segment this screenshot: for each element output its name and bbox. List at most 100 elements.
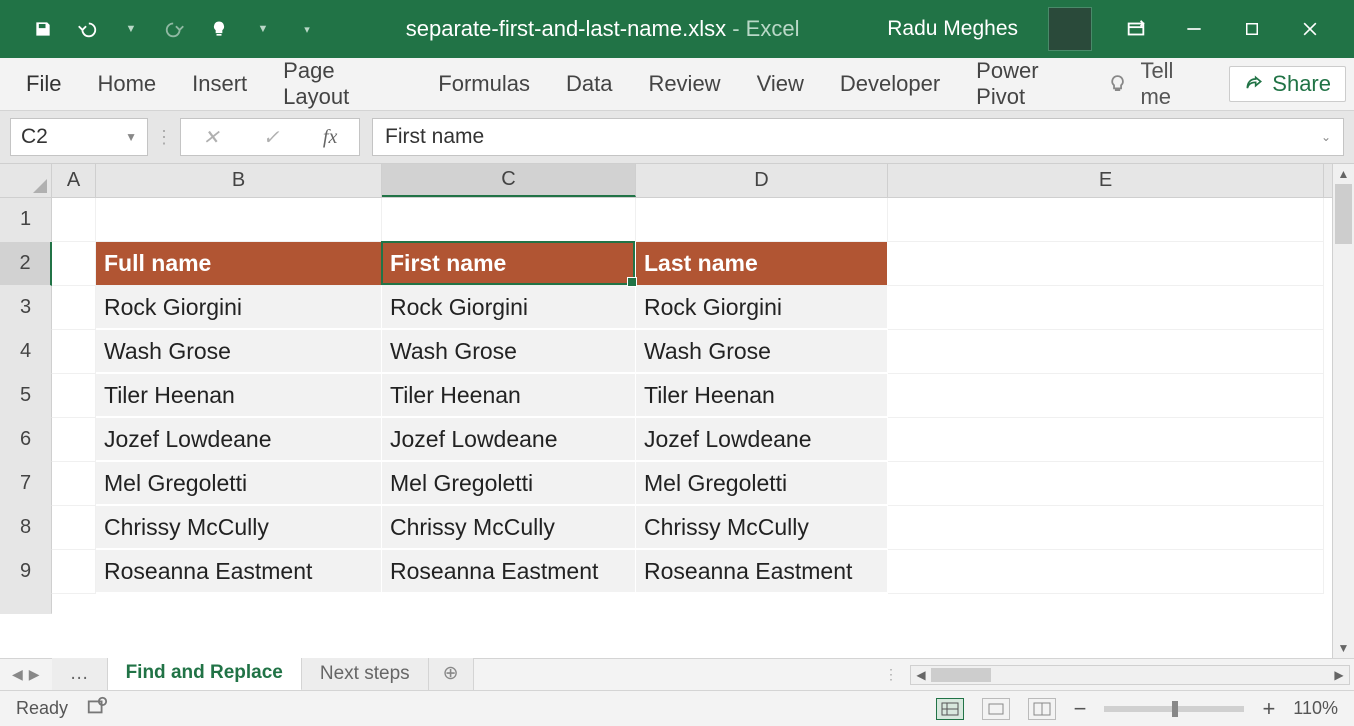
tab-formulas[interactable]: Formulas (420, 58, 548, 110)
cell[interactable] (382, 198, 636, 242)
cell[interactable] (888, 242, 1324, 286)
spreadsheet-grid[interactable]: ABCDE 123456789 Full nameFirst nameLast … (0, 164, 1354, 658)
qat-customize-icon[interactable]: ▾ (296, 18, 318, 40)
row-header[interactable]: 5 (0, 374, 52, 418)
cell[interactable] (52, 418, 96, 462)
scroll-down-icon[interactable]: ▼ (1338, 638, 1350, 658)
scroll-thumb[interactable] (1335, 184, 1352, 244)
cell[interactable] (888, 462, 1324, 506)
undo-icon[interactable] (76, 18, 98, 40)
cell[interactable]: Rock Giorgini (382, 286, 636, 330)
tab-home[interactable]: Home (79, 58, 174, 110)
zoom-slider[interactable] (1104, 706, 1244, 712)
cell[interactable] (888, 374, 1324, 418)
save-icon[interactable] (32, 18, 54, 40)
expand-formula-bar-icon[interactable]: ⌄ (1321, 130, 1331, 144)
cell[interactable]: Tiler Heenan (96, 374, 382, 418)
sheet-nav[interactable]: ◀▶ (0, 659, 52, 690)
cell[interactable]: Roseanna Eastment (636, 550, 888, 594)
cell[interactable] (888, 506, 1324, 550)
zoom-in-button[interactable]: + (1262, 696, 1275, 722)
column-header[interactable]: D (636, 164, 888, 197)
view-page-layout-button[interactable] (982, 698, 1010, 720)
tab-view[interactable]: View (739, 58, 822, 110)
cell[interactable]: Tiler Heenan (382, 374, 636, 418)
tab-review[interactable]: Review (630, 58, 738, 110)
scroll-left-icon[interactable]: ◀ (911, 668, 931, 682)
cell[interactable]: Jozef Lowdeane (382, 418, 636, 462)
row-header[interactable]: 9 (0, 550, 52, 594)
name-box[interactable]: C2 ▼ (10, 118, 148, 156)
scroll-right-icon[interactable]: ▶ (1329, 668, 1349, 682)
avatar[interactable] (1048, 7, 1092, 51)
scroll-thumb[interactable] (931, 668, 991, 682)
cell[interactable] (888, 330, 1324, 374)
cell[interactable]: Wash Grose (636, 330, 888, 374)
maximize-icon[interactable] (1238, 15, 1266, 43)
row-header[interactable]: 2 (0, 242, 52, 286)
cell[interactable]: Chrissy McCully (636, 506, 888, 550)
cell[interactable] (888, 418, 1324, 462)
row-header[interactable]: 3 (0, 286, 52, 330)
tab-page-layout[interactable]: Page Layout (265, 58, 420, 110)
tab-data[interactable]: Data (548, 58, 630, 110)
cell[interactable] (52, 506, 96, 550)
chevron-down-icon[interactable]: ▼ (252, 18, 274, 40)
column-header[interactable]: B (96, 164, 382, 197)
sheet-tab-next[interactable]: Next steps (302, 658, 429, 690)
row-header[interactable]: 7 (0, 462, 52, 506)
cell[interactable]: First name (382, 242, 636, 286)
split-handle[interactable]: ⋮ (884, 666, 910, 683)
cell[interactable]: Full name (96, 242, 382, 286)
cell[interactable]: Wash Grose (96, 330, 382, 374)
sheet-tab-ellipsis[interactable]: … (52, 658, 108, 690)
cell[interactable]: Jozef Lowdeane (636, 418, 888, 462)
cell[interactable]: Mel Gregoletti (96, 462, 382, 506)
cell[interactable] (52, 550, 96, 594)
cell[interactable]: Chrissy McCully (382, 506, 636, 550)
cell[interactable] (888, 550, 1324, 594)
row-header[interactable]: 1 (0, 198, 52, 242)
scroll-up-icon[interactable]: ▲ (1338, 164, 1350, 184)
tab-developer[interactable]: Developer (822, 58, 958, 110)
cell[interactable]: Last name (636, 242, 888, 286)
tab-insert[interactable]: Insert (174, 58, 265, 110)
zoom-level[interactable]: 110% (1293, 698, 1338, 719)
macro-record-icon[interactable] (86, 695, 108, 722)
cell[interactable]: Roseanna Eastment (96, 550, 382, 594)
tab-power-pivot[interactable]: Power Pivot (958, 58, 1107, 110)
cell[interactable]: Mel Gregoletti (382, 462, 636, 506)
fx-icon[interactable]: fx (323, 126, 337, 149)
cell[interactable] (52, 286, 96, 330)
cell[interactable]: Chrissy McCully (96, 506, 382, 550)
lightbulb-icon[interactable] (208, 18, 230, 40)
tell-me[interactable]: Tell me (1107, 58, 1207, 110)
cell[interactable] (52, 198, 96, 242)
column-header[interactable]: C (382, 164, 636, 197)
cell[interactable] (52, 242, 96, 286)
share-button[interactable]: Share (1229, 66, 1346, 102)
cell[interactable] (52, 330, 96, 374)
zoom-out-button[interactable]: − (1074, 696, 1087, 722)
column-header[interactable]: E (888, 164, 1324, 197)
ribbon-display-options-icon[interactable] (1122, 15, 1150, 43)
view-normal-button[interactable] (936, 698, 964, 720)
account-name[interactable]: Radu Meghes (887, 17, 1018, 41)
cell[interactable]: Tiler Heenan (636, 374, 888, 418)
row-header[interactable]: 8 (0, 506, 52, 550)
cell[interactable] (52, 374, 96, 418)
close-icon[interactable] (1296, 15, 1324, 43)
cell[interactable]: Jozef Lowdeane (96, 418, 382, 462)
vertical-scrollbar[interactable]: ▲ ▼ (1332, 164, 1354, 658)
cell[interactable]: Wash Grose (382, 330, 636, 374)
chevron-down-icon[interactable]: ▼ (120, 18, 142, 40)
select-all-button[interactable] (0, 164, 52, 197)
sheet-tab-active[interactable]: Find and Replace (108, 657, 302, 691)
redo-icon[interactable] (164, 18, 186, 40)
column-header[interactable]: A (52, 164, 96, 197)
row-header[interactable]: 6 (0, 418, 52, 462)
cell[interactable]: Rock Giorgini (636, 286, 888, 330)
horizontal-scrollbar[interactable]: ◀ ▶ (910, 665, 1350, 685)
new-sheet-button[interactable]: ⊕ (429, 657, 474, 690)
minimize-icon[interactable] (1180, 15, 1208, 43)
